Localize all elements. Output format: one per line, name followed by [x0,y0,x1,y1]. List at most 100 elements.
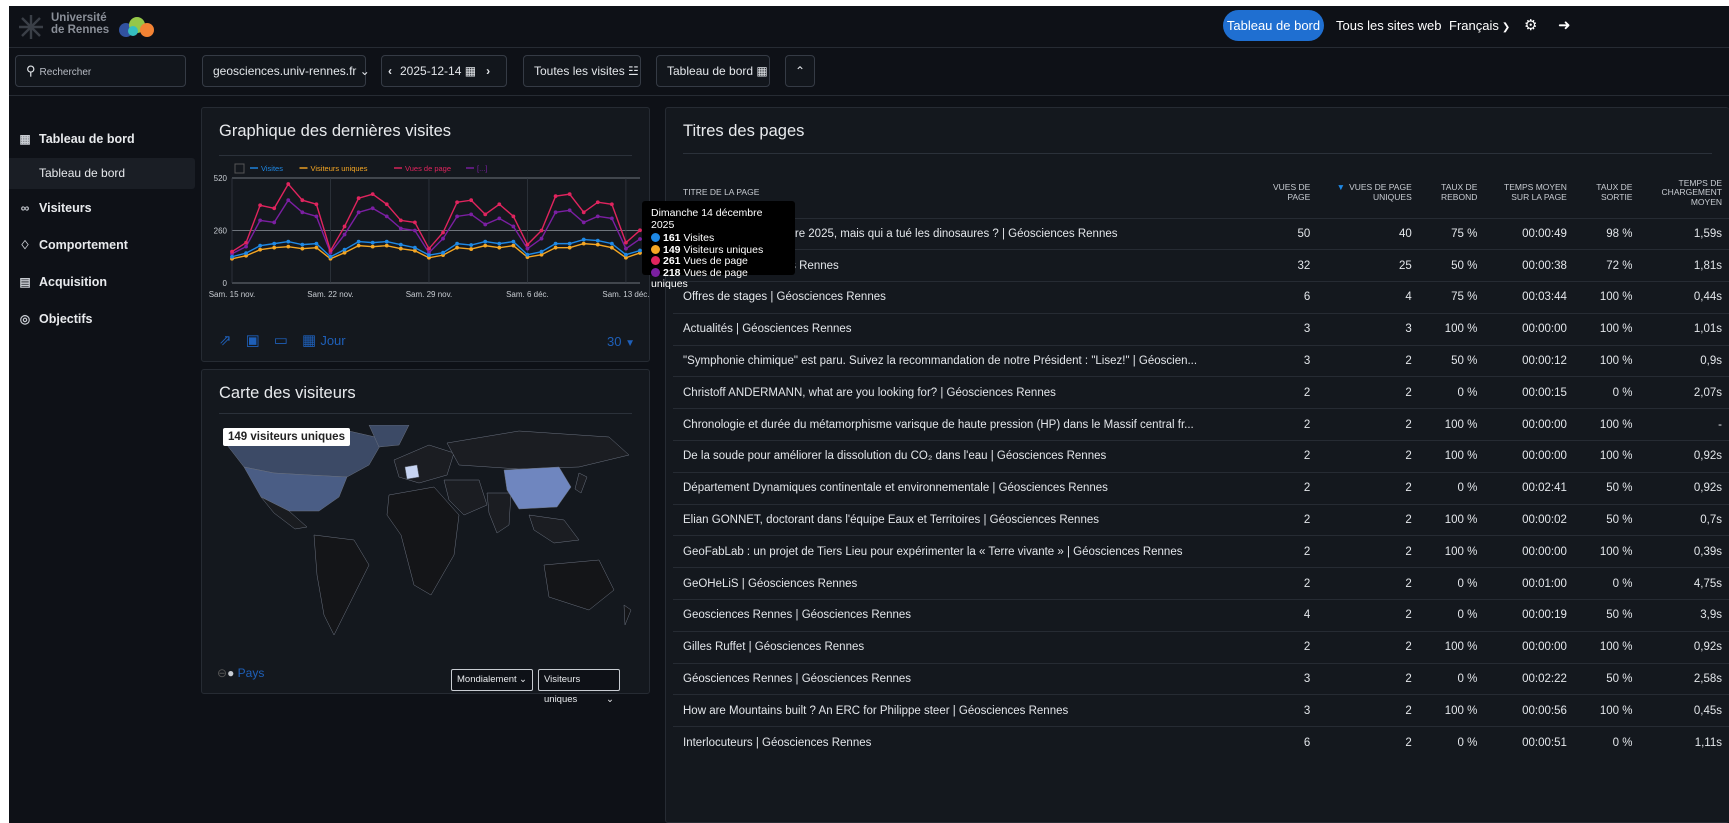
table-row[interactable]: Dimanche 14 décembre 2025, mais qui a tu… [673,217,1729,250]
column-header[interactable]: TAUX DE SORTIE [1574,168,1640,218]
sidebar-item-dashboard[interactable]: ▦ Tableau de bord [9,124,195,154]
nav-dashboard-button[interactable]: Tableau de bord [1223,10,1324,41]
page-title-cell[interactable]: De la soude pour améliorer la dissolutio… [673,440,1264,473]
table-row[interactable]: Offres de stages | Géosciences Rennes 6 4 7… [673,281,1729,314]
table-row[interactable]: Géosciences Rennes | Géosciences Rennes 3… [673,662,1729,695]
table-row[interactable]: Elian GONNET, doctorant dans l'équipe Ea… [673,503,1729,536]
site-selector[interactable]: geosciences.univ-rennes.fr ⌄ [202,55,370,87]
globe-icon[interactable]: ● [227,666,234,680]
data-point [412,220,417,225]
map-scope-select[interactable]: Mondialement ⌄ [451,669,533,691]
sidebar-item-goals[interactable]: ◎ Objectifs [9,304,195,334]
sidebar-item-behaviour[interactable]: ♢ Comportement [9,230,195,260]
map-country-australia [543,559,615,611]
metric-cell: 2 [1317,662,1419,695]
sidebar-item-acquisition[interactable]: ▤ Acquisition [9,267,195,297]
next-period-icon[interactable]: › [486,64,490,78]
page-title-cell[interactable]: Christoff ANDERMANN, what are you lookin… [673,376,1264,409]
settings-gear-icon[interactable]: ⚙ [1524,6,1537,48]
data-point [497,241,502,246]
matomo-logo-icon[interactable] [117,15,157,39]
series-dot-icon [651,233,660,242]
data-point [609,241,614,246]
select-value: Visiteurs uniques [544,674,581,705]
page-title-cell[interactable]: Geosciences Rennes | Géosciences Rennes [673,599,1264,632]
column-header[interactable]: VUES DE PAGE [1264,168,1318,218]
limit-selector[interactable]: 30 ▼ [607,334,635,349]
metric-cell: 0,44s [1639,281,1729,314]
table-row[interactable]: Département Dynamiques continentale et e… [673,471,1729,505]
metric-cell: 50 % [1418,249,1485,282]
world-map[interactable] [219,425,644,650]
page-title-cell[interactable]: "Symphonie chimique" est paru. Suivez la… [673,344,1264,377]
page-title-cell[interactable]: Géosciences Rennes | Géosciences Rennes [673,662,1264,695]
country-link[interactable]: Pays [238,666,265,680]
column-header[interactable]: TEMPS DE CHARGEMENT MOYEN [1639,168,1729,218]
table-row[interactable]: Interlocuteurs | Géosciences Rennes 6 2 0 %… [673,726,1729,759]
data-point [300,246,305,251]
sidebar-subitem-dashboard[interactable]: Tableau de bord [9,158,195,189]
data-point [497,202,502,207]
sidebar-item-visitors[interactable]: ∞ Visiteurs [9,193,195,223]
period-selector[interactable]: Jour [320,333,345,348]
map-region-south-america [313,534,370,636]
metric-cell: 0,9s [1639,344,1729,377]
data-point [328,254,333,259]
column-header[interactable]: TEMPS MOYEN SUR LA PAGE [1484,168,1573,218]
column-header-sorted[interactable]: ▼ VUES DE PAGE UNIQUES [1317,168,1418,218]
map-country-japan [574,472,588,494]
tooltip-value: 218 [663,266,681,279]
date-value[interactable]: 2025-12-14 [400,64,461,78]
page-title-cell[interactable]: Actualités | Géosciences Rennes [673,312,1264,346]
dashboard-selector[interactable]: Tableau de bord ▦ [656,55,770,87]
sidebar-item-label: Acquisition [39,275,108,289]
metric-cell: 50 % [1573,503,1640,536]
annotation-icon[interactable]: ▭ [274,332,288,349]
export-icon[interactable]: ⇗ [219,332,232,349]
language-selector[interactable]: Français ❯ [1449,6,1510,48]
metric-cell: 0 % [1418,376,1485,409]
table-row[interactable]: How are Mountains built ? An ERC for Phi… [673,694,1729,727]
data-point [595,238,600,243]
data-point [286,198,291,203]
page-title-cell[interactable]: Interlocuteurs | Géosciences Rennes [673,726,1264,759]
data-point [370,206,375,211]
table-row[interactable]: Chronologie et durée du métamorphisme va… [673,408,1729,441]
university-logo-text[interactable]: Université de Rennes [51,12,109,36]
table-row[interactable]: Gilles Ruffet | Géosciences Rennes 2 2 100 … [673,630,1729,664]
x-tick-label: Sam. 6 déc. [506,290,549,299]
page-title-cell[interactable]: GeoFabLab : un projet de Tiers Lieu pour… [673,535,1264,568]
table-row[interactable]: Christoff ANDERMANN, what are you lookin… [673,376,1729,409]
page-title-cell[interactable]: GeOHeLiS | Géosciences Rennes [673,567,1264,600]
segment-selector[interactable]: Toutes les visites ☳ [523,55,641,87]
table-row[interactable]: "Symphonie chimique" est paru. Suivez la… [673,344,1729,377]
limit-value: 30 [607,334,622,349]
page-title-cell[interactable]: Elian GONNET, doctorant dans l'équipe Ea… [673,503,1264,536]
metric-cell: 00:00:51 [1484,726,1574,759]
page-title-cell[interactable]: How are Mountains built ? An ERC for Phi… [673,694,1264,727]
zoom-out-icon[interactable]: ⊖ [217,666,227,680]
map-country-china [503,466,572,510]
page-title-cell[interactable]: Département Dynamiques continentale et e… [673,471,1264,505]
logout-icon[interactable]: ➜ [1558,6,1571,48]
table-row[interactable]: GeoFabLab : un projet de Tiers Lieu pour… [673,535,1729,568]
table-row[interactable]: GeOHeLiS | Géosciences Rennes 2 2 0 % 00:01:… [673,567,1729,600]
column-header[interactable]: TAUX DE REBOND [1419,168,1485,218]
calendar-icon[interactable]: ▦ [465,64,476,78]
page-title-cell[interactable]: Gilles Ruffet | Géosciences Rennes [673,630,1264,664]
table-row[interactable]: Geosciences Rennes | Géosciences Rennes 4… [673,599,1729,632]
nav-all-websites-link[interactable]: Tous les sites web [1336,6,1442,48]
image-icon[interactable]: ▣ [246,332,260,349]
metric-cell: 100 % [1573,281,1640,314]
table-row[interactable]: Actualités | Géosciences Rennes 3 3 100 % 00… [673,312,1729,346]
table-row[interactable]: De la soude pour améliorer la dissolutio… [673,440,1729,473]
map-metric-select[interactable]: Visiteurs uniques ⌄ [538,669,620,705]
previous-period-icon[interactable]: ‹ [388,64,392,78]
table-row[interactable]: Accueil | Géosciences Rennes322550 %00:0… [673,249,1729,282]
calendar-icon[interactable]: ▦ [302,332,316,349]
series-dot-icon [651,256,660,265]
page-title-cell[interactable]: Chronologie et durée du métamorphisme va… [673,408,1264,441]
search-input[interactable]: ⚲ Rechercher [15,55,186,87]
chevron-down-icon: ⌄ [519,674,527,685]
collapse-toolbar-icon[interactable]: ⌃ [785,55,815,87]
